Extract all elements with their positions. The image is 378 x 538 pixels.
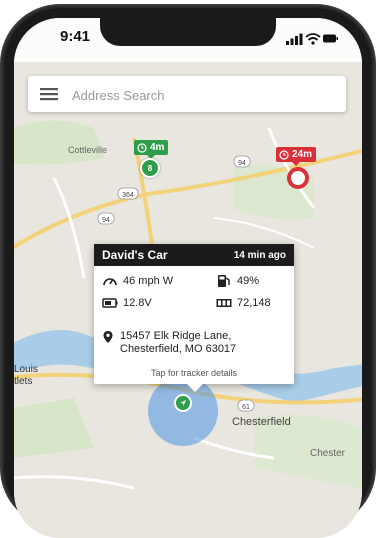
battery-icon xyxy=(102,298,118,308)
last-updated: 14 min ago xyxy=(233,249,286,261)
pin-label: 8 xyxy=(147,163,153,173)
car-location-marker[interactable] xyxy=(174,394,192,412)
speedometer-icon xyxy=(103,278,117,286)
map-label-chesterfield: Chesterfield xyxy=(232,416,291,428)
status-time: 9:41 xyxy=(60,28,91,45)
location-pin-icon xyxy=(103,331,113,343)
address-line-2: Chesterfield, MO 63017 xyxy=(120,343,237,355)
speed-row: 46 mph W xyxy=(102,274,173,288)
green-badge-time: 4m xyxy=(150,142,165,153)
map-label-outlets: tlets xyxy=(14,376,33,387)
green-tracker-badge[interactable]: 4m xyxy=(134,140,169,159)
phone-frame: 364 94 94 61 Cottleville Chesterfield Ch… xyxy=(2,6,374,538)
odometer-row: 72,148 xyxy=(216,296,271,310)
svg-text:94: 94 xyxy=(238,160,246,167)
wifi-icon xyxy=(305,33,321,45)
odometer-value: 72,148 xyxy=(237,297,271,309)
navigation-arrow-icon xyxy=(180,400,186,406)
app-screen: 364 94 94 61 Cottleville Chesterfield Ch… xyxy=(14,18,362,538)
battery-row: 12.8V xyxy=(102,296,152,310)
red-tracker-pin[interactable] xyxy=(287,167,309,189)
map-label-chester: Chester xyxy=(310,448,346,459)
address-search-input[interactable] xyxy=(70,82,334,108)
red-badge-time: 24m xyxy=(292,149,313,160)
fuel-pump-icon xyxy=(218,275,230,287)
signal-icon xyxy=(286,33,303,45)
map-label-louis: Louis xyxy=(14,364,38,375)
map-label-cottleville: Cottleville xyxy=(68,145,108,155)
green-tracker-pin[interactable]: 8 xyxy=(140,158,160,178)
tracker-details-link[interactable]: Tap for tracker details xyxy=(94,368,294,378)
card-header: David's Car 14 min ago xyxy=(94,244,294,266)
red-tracker-badge[interactable]: 24m xyxy=(276,147,317,166)
clock-icon xyxy=(279,149,289,160)
svg-text:364: 364 xyxy=(122,192,134,199)
system-status-icons xyxy=(286,33,338,45)
menu-icon[interactable] xyxy=(40,86,58,102)
address-line-1: 15457 Elk Ridge Lane, xyxy=(120,330,232,342)
device-notch xyxy=(100,18,276,46)
fuel-row: 49% xyxy=(216,274,259,288)
vehicle-name: David's Car xyxy=(102,248,168,262)
battery-value: 12.8V xyxy=(123,297,152,309)
vehicle-info-card[interactable]: David's Car 14 min ago 46 mph W 49% 12.8… xyxy=(94,244,294,392)
speed-value: 46 mph W xyxy=(123,275,174,287)
address-block: 15457 Elk Ridge Lane, Chesterfield, MO 6… xyxy=(102,330,236,356)
odometer-icon xyxy=(216,299,232,307)
address-search-bar[interactable] xyxy=(28,76,346,112)
fuel-value: 49% xyxy=(237,275,260,287)
battery-status-icon xyxy=(323,34,338,43)
svg-text:61: 61 xyxy=(242,404,250,411)
svg-text:94: 94 xyxy=(102,217,110,224)
clock-icon xyxy=(137,142,147,153)
